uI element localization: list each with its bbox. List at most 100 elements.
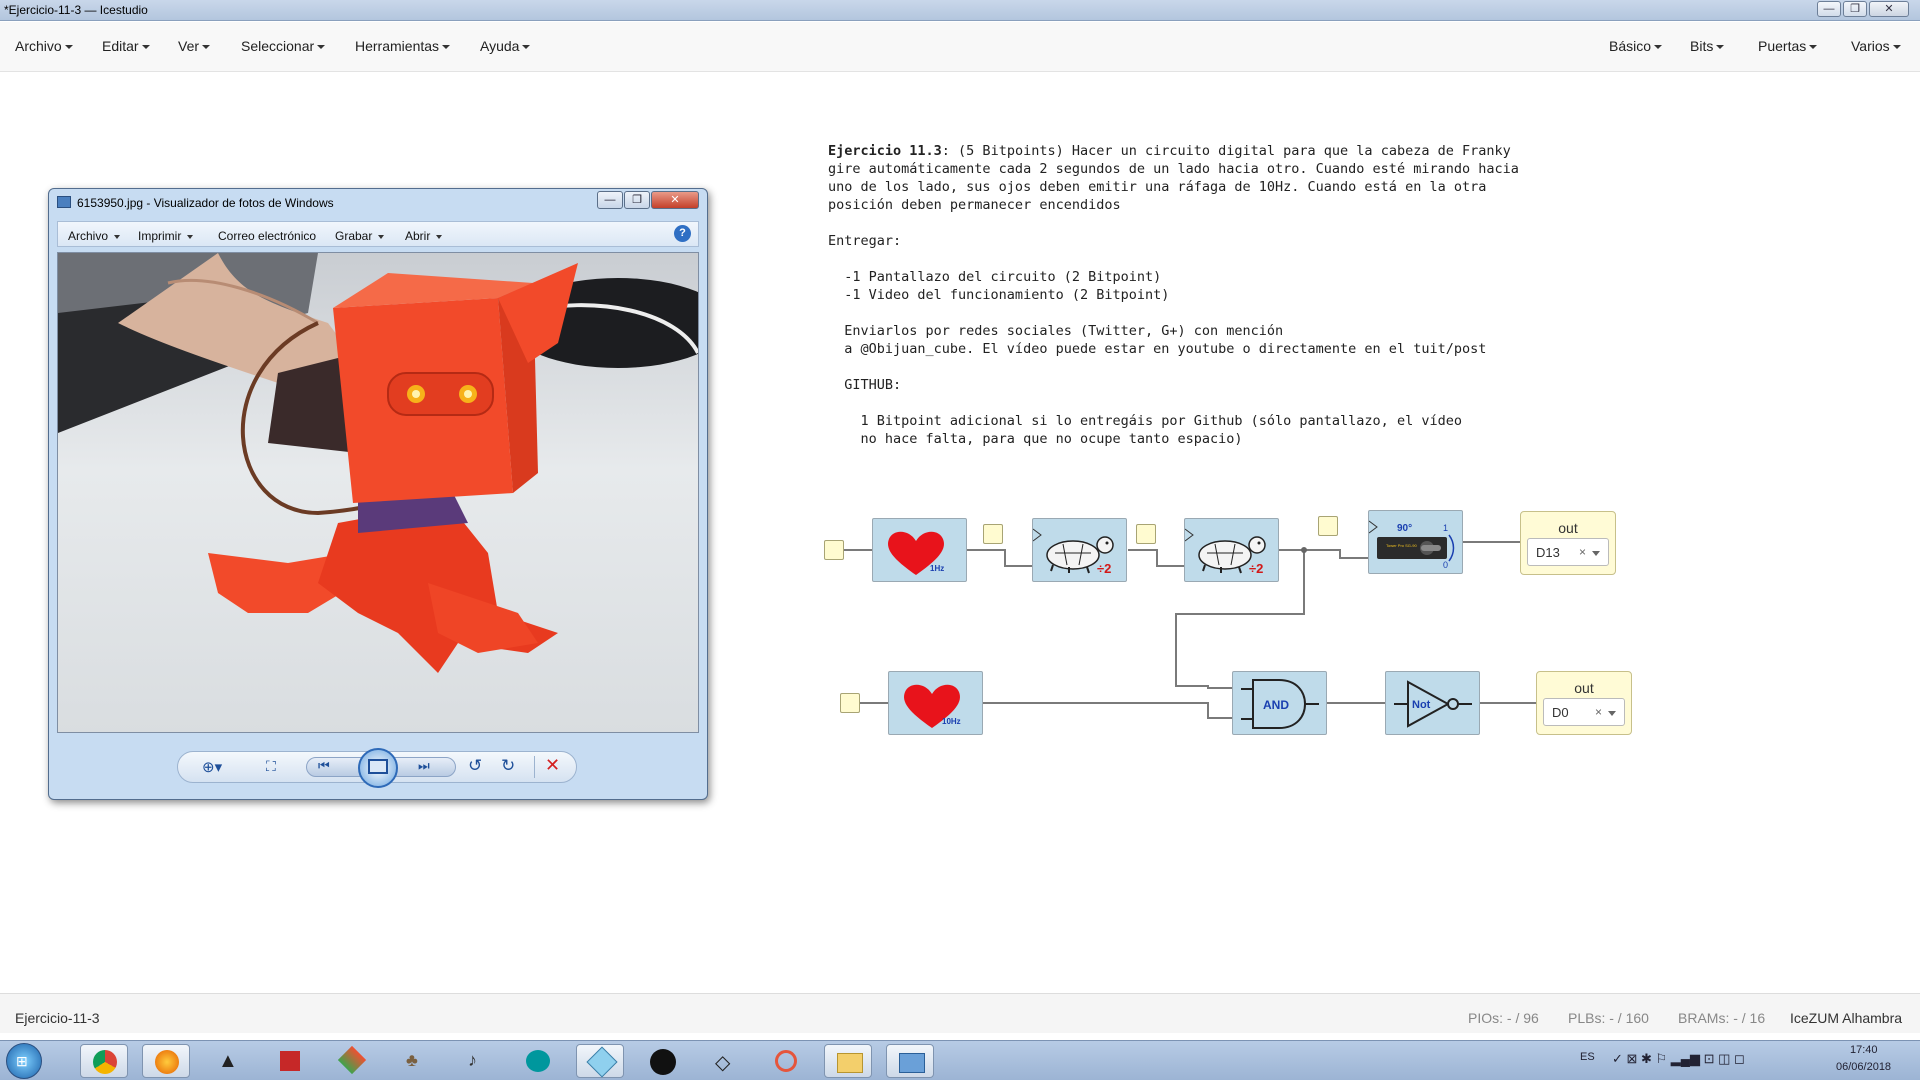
minimize-button[interactable]: — [1817,1,1841,17]
firefox-icon [155,1050,179,1074]
chevron-down-icon[interactable] [1608,711,1616,716]
menu-herramientas[interactable]: Herramientas [355,38,451,54]
zoom-icon[interactable]: ⊕▾ [202,758,222,776]
taskbar-freecad[interactable] [266,1044,314,1078]
menu-basico[interactable]: Básico [1609,38,1663,54]
input-port[interactable] [1318,516,1338,536]
caret-down-icon [317,45,326,50]
menu-ayuda[interactable]: Ayuda [480,38,531,54]
pv-menu-archivo[interactable]: Archivo [68,229,121,243]
chevron-down-icon[interactable] [1592,551,1600,556]
photo-viewer-window[interactable]: 6153950.jpg - Visualizador de fotos de W… [48,188,708,800]
taskbar-icestudio[interactable] [576,1044,624,1078]
pv-menu-imprimir[interactable]: Imprimir [138,229,194,243]
arduino-icon [526,1050,550,1072]
delete-icon[interactable]: ✕ [545,755,560,776]
heart-freq-label: 1Hz [930,564,944,573]
pv-maximize-button[interactable]: ❐ [624,191,650,209]
output-label: out [1574,680,1594,696]
language-indicator[interactable]: ES [1580,1051,1595,1063]
servo-icon: 90° 1 0 Tower Pro SG-90 [1368,520,1455,570]
heartbeat-1hz-block[interactable]: 1Hz [872,518,967,582]
info-line: gire automáticamente cada 2 segundos de … [828,161,1519,177]
input-port[interactable] [824,540,844,560]
help-icon[interactable]: ? [674,225,691,242]
plbs-usage: PLBs: - / 160 [1568,1010,1649,1026]
taskbar-processing[interactable] [638,1044,686,1078]
menu-varios[interactable]: Varios [1851,38,1901,54]
pin-select-d13[interactable]: D13 × [1527,538,1609,566]
caret-down-icon [187,234,194,239]
prescaler-div2-block-2[interactable]: ÷2 [1184,518,1279,582]
heart-icon: 1Hz [888,531,944,575]
pv-menu-abrir[interactable]: Abrir [405,229,443,243]
separator [534,756,535,778]
taskbar-audio[interactable]: ♪ [452,1044,500,1078]
pv-menu-grabar[interactable]: Grabar [335,229,385,243]
menu-ver[interactable]: Ver [178,38,211,54]
board-name[interactable]: IceZUM Alhambra [1790,1010,1902,1026]
pv-close-button[interactable]: ✕ [651,191,699,209]
next-icon[interactable]: ⏭ [418,758,430,774]
inkscape-icon: ▲ [218,1050,238,1072]
previous-icon[interactable]: ⏮ [318,758,330,774]
window-title-bar: *Ejercicio-11-3 — Icestudio — ❐ ✕ [0,0,1920,21]
close-button[interactable]: ✕ [1869,1,1909,17]
fit-window-icon[interactable]: ⛶ [266,758,276,775]
menu-puertas[interactable]: Puertas [1758,38,1818,54]
taskbar-chrome[interactable] [80,1044,128,1078]
rotate-right-icon[interactable]: ↻ [501,756,515,776]
info-line: uno de los lado, sus ojos deben emitir u… [828,179,1487,195]
pv-menu-label: Imprimir [138,229,182,243]
taskbar-gimp-tool[interactable]: ♣ [390,1044,438,1078]
taskbar-inkscape[interactable]: ▲ [204,1044,252,1078]
and-gate-block[interactable]: AND [1232,671,1327,735]
rotate-left-icon[interactable]: ↺ [468,756,482,776]
info-line: posición deben permanecer encendidos [828,197,1121,213]
heart-freq-label: 10Hz [942,717,961,726]
taskbar-explorer[interactable] [824,1044,872,1078]
menu-label: Seleccionar [241,38,315,54]
pv-minimize-button[interactable]: — [597,191,623,209]
clear-icon[interactable]: × [1595,705,1602,719]
output-d13-block[interactable]: out D13 × [1520,511,1616,575]
pin-select-value: D13 [1536,545,1560,560]
servo-block[interactable]: 90° 1 0 Tower Pro SG-90 [1368,510,1463,574]
maximize-button[interactable]: ❐ [1843,1,1867,17]
output-d0-block[interactable]: out D0 × [1536,671,1632,735]
taskbar-git[interactable] [328,1044,376,1078]
taskbar-photo-viewer[interactable] [886,1044,934,1078]
taskbar-firefox[interactable] [142,1044,190,1078]
tray-icons[interactable]: ✓ ⊠ ✱ ⚐ ▂▄▆ ⊡ ◫ ◻ [1612,1051,1745,1067]
menu-seleccionar[interactable]: Seleccionar [241,38,326,54]
clock-date[interactable]: 06/06/2018 [1836,1061,1891,1073]
menu-label: Ver [178,38,200,54]
taskbar-arduino[interactable] [514,1044,562,1078]
brams-usage: BRAMs: - / 16 [1678,1010,1766,1026]
project-name: Ejercicio-11-3 [15,1010,100,1026]
input-port[interactable] [1136,524,1156,544]
prescaler-div2-block-1[interactable]: ÷2 [1032,518,1127,582]
menu-label: Bits [1690,38,1714,54]
pin-select-d0[interactable]: D0 × [1543,698,1625,726]
divide-label: ÷2 [1249,561,1263,576]
not-gate-block[interactable]: Not [1385,671,1480,735]
taskbar: ⊞ ▲ ♣ ♪ ◇ ES ✓ ⊠ ✱ ⚐ ▂▄▆ ⊡ ◫ ◻ 17:40 06/… [0,1040,1920,1080]
photo-viewer-app-icon [57,196,71,208]
and-gate-icon: AND [1241,679,1319,729]
info-text-block[interactable]: Ejercicio 11.3: (5 Bitpoints) Hacer un c… [828,142,1568,448]
menu-bits[interactable]: Bits [1690,38,1725,54]
clear-icon[interactable]: × [1579,545,1586,559]
taskbar-app[interactable] [762,1044,810,1078]
pv-menu-correo[interactable]: Correo electrónico [218,229,316,243]
clock-time[interactable]: 17:40 [1850,1044,1878,1056]
caret-down-icon [442,45,451,50]
audio-icon: ♪ [468,1050,477,1070]
menu-editar[interactable]: Editar [102,38,150,54]
input-port[interactable] [840,693,860,713]
input-port[interactable] [983,524,1003,544]
heartbeat-10hz-block[interactable]: 10Hz [888,671,983,735]
menu-archivo[interactable]: Archivo [15,38,73,54]
taskbar-unity[interactable]: ◇ [700,1044,748,1078]
caret-down-icon [1654,45,1663,50]
